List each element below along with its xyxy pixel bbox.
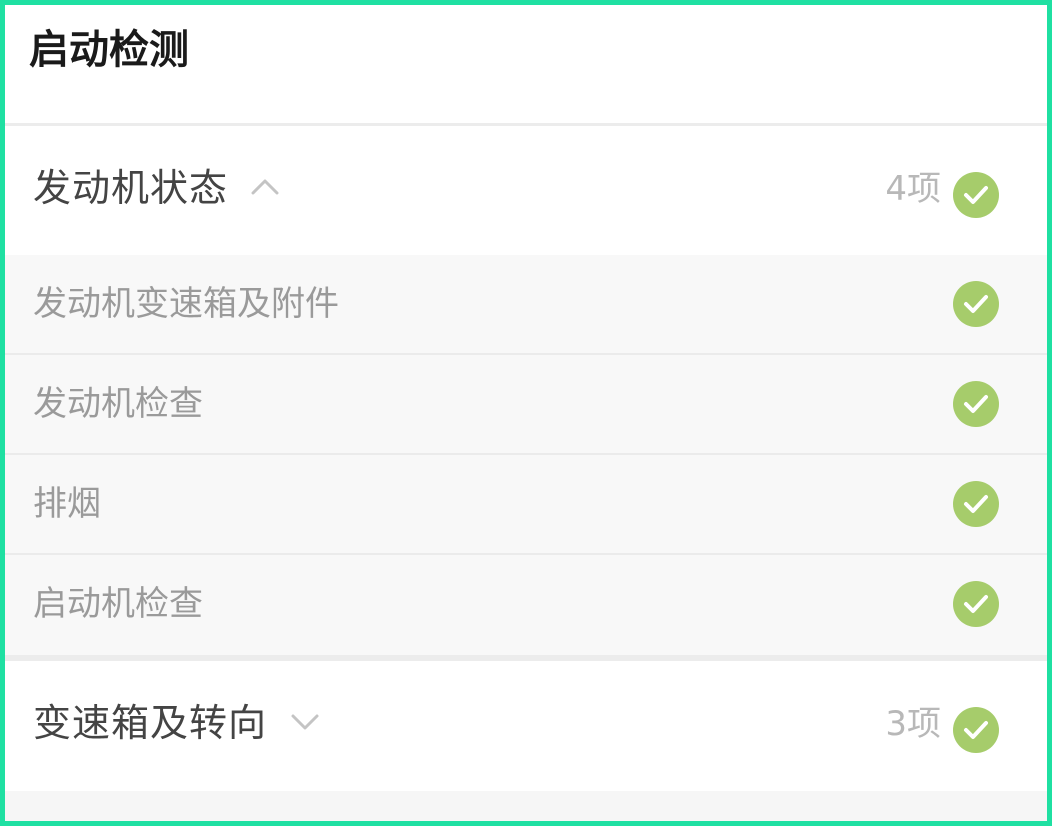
section-title: 变速箱及转向 [33,701,268,745]
check-circle-icon [953,281,999,327]
section-header-transmission-steering[interactable]: 变速箱及转向 3项 [5,661,1047,791]
page-title: 启动检测 [29,27,189,73]
item-label: 发动机变速箱及附件 [33,284,339,324]
chevron-down-icon [291,714,319,730]
item-count: 3项 [885,704,941,744]
item-label: 发动机检查 [33,384,203,424]
item-label: 排烟 [33,484,101,524]
list-item[interactable]: 启动机检查 [5,555,1047,655]
check-circle-icon [953,581,999,627]
check-circle-icon [953,381,999,427]
screen-frame: 启动检测 发动机状态 4项 发动机变速箱及附件 发动机检查 排烟 启动机检查 变… [0,0,1052,826]
section-title: 发动机状态 [33,166,229,210]
check-circle-icon [953,172,999,218]
check-circle-icon [953,707,999,753]
list-item[interactable]: 排烟 [5,455,1047,555]
section-header-engine-status[interactable]: 发动机状态 4项 [5,126,1047,256]
item-count: 4项 [885,169,941,209]
section-items-list: 发动机变速箱及附件 发动机检查 排烟 启动机检查 [5,255,1047,655]
list-item[interactable]: 发动机检查 [5,355,1047,455]
chevron-up-icon [251,179,279,195]
list-item[interactable]: 发动机变速箱及附件 [5,255,1047,355]
next-section-edge [5,791,1047,821]
item-label: 启动机检查 [33,584,203,624]
check-circle-icon [953,481,999,527]
